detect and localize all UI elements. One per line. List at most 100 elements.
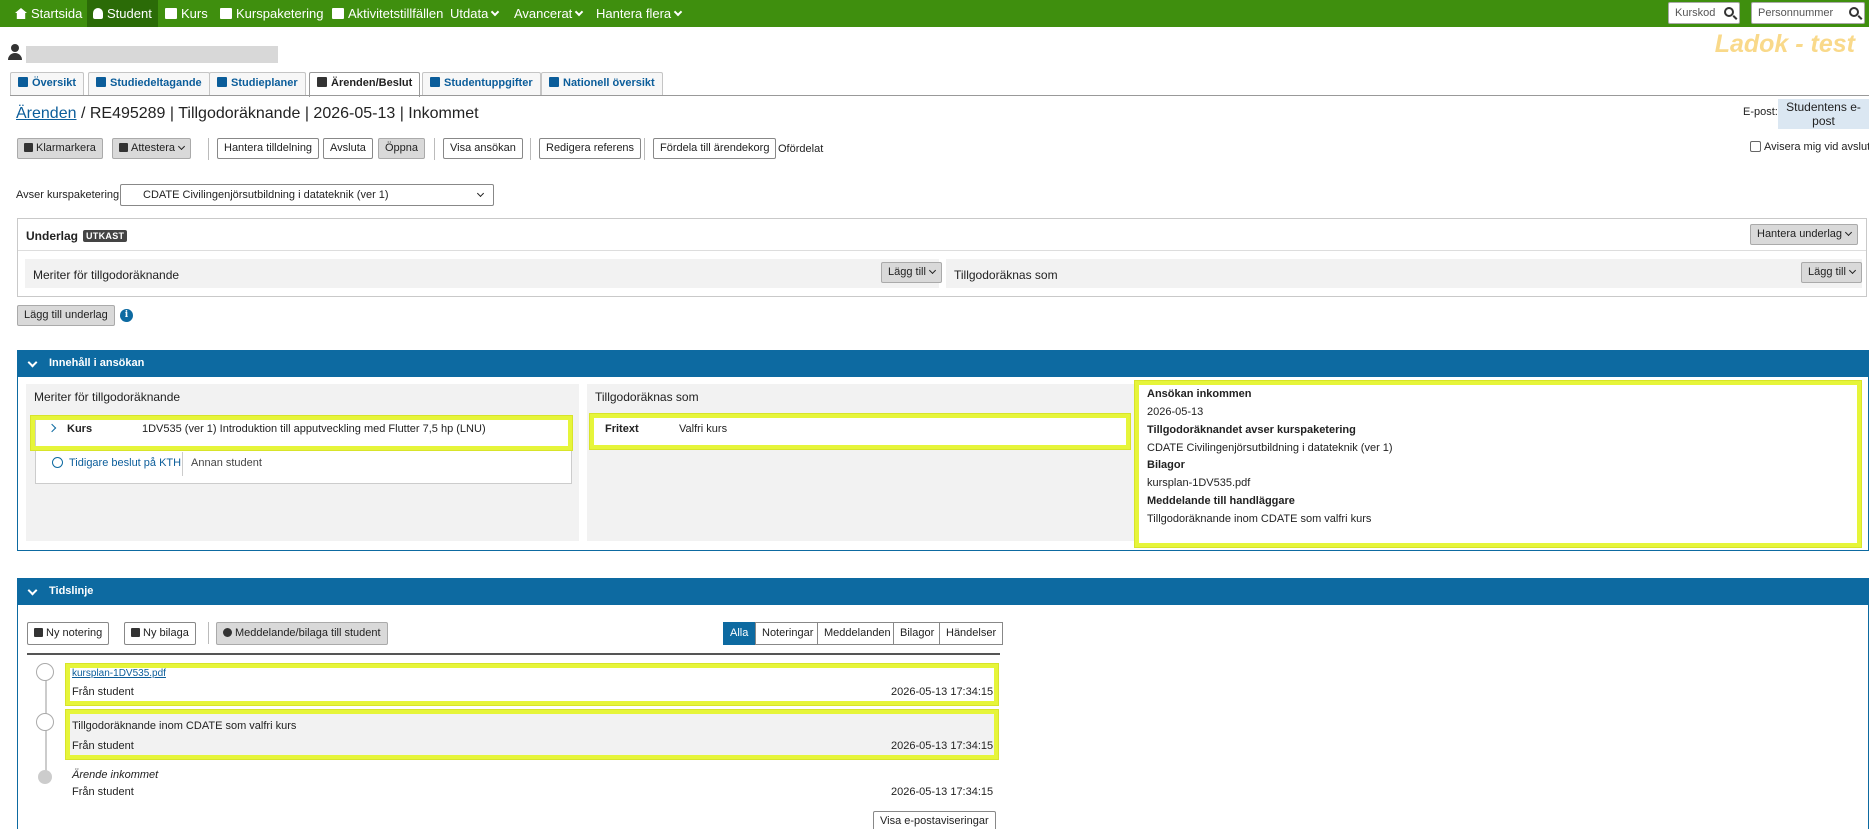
divider xyxy=(644,138,645,160)
section-title: Meriter för tillgodoräknande xyxy=(34,390,181,404)
tab-studentuppgifter[interactable]: Studentuppgifter xyxy=(422,72,541,95)
highlighted-timeline-entry xyxy=(66,710,998,759)
avisera-checkbox[interactable]: Avisera mig vid avslut xyxy=(1750,141,1869,153)
breadcrumb-arenden-link[interactable]: Ärenden xyxy=(16,105,77,122)
event-dot-icon xyxy=(38,770,52,784)
attestera-button[interactable]: Attestera xyxy=(112,138,192,159)
tab-divider xyxy=(10,95,1869,96)
inbox-icon xyxy=(317,77,327,87)
fritext-value: Valfri kurs xyxy=(679,423,728,435)
klarmarkera-button[interactable]: Klarmarkera xyxy=(17,138,103,159)
oppna-button[interactable]: Öppna xyxy=(378,138,426,159)
assignment-status: Ofördelat xyxy=(778,143,824,155)
tab-studieplaner[interactable]: Studieplaner xyxy=(209,72,306,95)
redigera-referens-button[interactable]: Redigera referens xyxy=(539,138,642,159)
innehall-panel-header[interactable]: Innehåll i ansökan xyxy=(17,350,1869,377)
highlighted-fritext-row xyxy=(590,414,1130,449)
kurspaketering-label: Avser kurspaketering xyxy=(16,189,120,201)
lagg-till-meriter-button[interactable]: Lägg till xyxy=(881,262,942,283)
student-person-icon xyxy=(8,44,22,60)
fordela-arendekorg-button[interactable]: Fördela till ärendekorg xyxy=(653,138,777,159)
chevron-down-icon xyxy=(491,7,500,17)
filter-handelser[interactable]: Händelser xyxy=(939,622,1004,645)
personnummer-search-input[interactable]: Personnummer xyxy=(1751,2,1865,24)
list-icon xyxy=(217,77,227,87)
hantera-underlag-button[interactable]: Hantera underlag xyxy=(1750,224,1859,245)
map-icon xyxy=(549,77,559,87)
detail-value: 2026-05-13 xyxy=(1147,406,1204,418)
kurskod-search-input[interactable]: Kurskod xyxy=(1668,2,1740,24)
divider xyxy=(434,138,435,160)
filter-meddelanden[interactable]: Meddelanden xyxy=(817,622,898,645)
underlag-panel: Underlag UTKAST Hantera underlag Meriter… xyxy=(17,218,1867,297)
email-label: E-post: xyxy=(1743,106,1778,118)
checkbox-icon[interactable] xyxy=(1750,141,1761,152)
visa-ansokan-button[interactable]: Visa ansökan xyxy=(443,138,523,159)
search-icon[interactable] xyxy=(1724,7,1734,17)
document-icon xyxy=(430,77,440,87)
detail-label: Meddelande till handläggare xyxy=(1147,495,1295,507)
underlag-header: Underlag UTKAST Hantera underlag xyxy=(18,219,1866,251)
filter-alla[interactable]: Alla xyxy=(723,622,756,645)
entry-from: Från student xyxy=(72,786,134,798)
breadcrumb-case-title: / RE495289 | Tillgodoräknande | 2026-05-… xyxy=(76,105,479,122)
filter-underline xyxy=(27,653,1000,655)
avsluta-button[interactable]: Avsluta xyxy=(323,138,373,159)
person-icon xyxy=(93,8,103,19)
environment-brand: Ladok - test xyxy=(1714,30,1855,58)
kurspaketering-select[interactable]: CDATE Civilingenjörsutbildning i datatek… xyxy=(120,184,494,206)
underlag-tillgodo-section: Tillgodoräknas som Lägg till xyxy=(946,259,1862,288)
meddelande-till-student-button[interactable]: Meddelande/bilaga till student xyxy=(216,622,388,645)
ny-notering-button[interactable]: Ny notering xyxy=(27,622,110,645)
fritext-label: Fritext xyxy=(605,423,639,435)
detail-label: Bilagor xyxy=(1147,459,1185,471)
chevron-down-icon xyxy=(1844,228,1853,237)
tab-oversikt[interactable]: Översikt xyxy=(10,72,85,95)
tab-arenden-beslut[interactable]: Ärenden/Beslut xyxy=(309,72,421,97)
filter-bilagor[interactable]: Bilagor xyxy=(893,622,942,645)
home-icon xyxy=(15,8,27,19)
nav-utdata[interactable]: Utdata xyxy=(444,0,504,27)
nav-student[interactable]: Student xyxy=(87,0,158,27)
note-icon xyxy=(34,628,43,637)
annan-student-link[interactable]: Annan student xyxy=(191,457,262,469)
attachment-link[interactable]: kursplan-1DV535.pdf xyxy=(72,668,166,679)
checkbox-icon xyxy=(96,77,106,87)
nav-startsida[interactable]: Startsida xyxy=(9,0,88,27)
ny-bilaga-button[interactable]: Ny bilaga xyxy=(124,622,196,645)
lock-icon xyxy=(24,143,33,152)
search-icon[interactable] xyxy=(1849,7,1859,17)
nav-kurspaketering[interactable]: Kurspaketering xyxy=(214,0,329,27)
filter-noteringar[interactable]: Noteringar xyxy=(755,622,821,645)
nav-avancerat[interactable]: Avancerat xyxy=(508,0,588,27)
detail-value: Tillgodoräknande inom CDATE som valfri k… xyxy=(1147,513,1372,525)
nav-hantera-flera[interactable]: Hantera flera xyxy=(590,0,687,27)
kurs-label: Kurs xyxy=(67,423,93,435)
tab-studiedeltagande[interactable]: Studiedeltagande xyxy=(88,72,210,95)
nav-aktivitetstillfallen[interactable]: Aktivitetstillfällen xyxy=(326,0,449,27)
entry-timestamp: 2026-05-13 17:34:15 xyxy=(891,786,994,798)
chevron-down-icon xyxy=(1848,266,1856,275)
nav-kurs[interactable]: Kurs xyxy=(159,0,214,27)
info-icon[interactable]: i xyxy=(120,309,133,322)
map-icon xyxy=(18,77,28,87)
history-icon xyxy=(52,457,63,468)
tidigare-beslut-link[interactable]: Tidigare beslut på KTH xyxy=(69,457,181,469)
calendar-icon xyxy=(332,8,344,19)
tidslinje-panel-header[interactable]: Tidslinje xyxy=(17,578,1869,605)
email-value: Studentens e-post xyxy=(1778,99,1869,129)
tab-nationell-oversikt[interactable]: Nationell översikt xyxy=(541,72,663,95)
hantera-tilldelning-button[interactable]: Hantera tilldelning xyxy=(217,138,320,159)
entry-timestamp: 2026-05-13 17:34:15 xyxy=(891,686,994,698)
archive-icon xyxy=(119,143,128,152)
visa-epostaviseringar-button[interactable]: Visa e-postaviseringar xyxy=(873,811,996,829)
lagg-till-tillgodo-button[interactable]: Lägg till xyxy=(1801,262,1862,283)
section-title: Tillgodoräknas som xyxy=(595,390,699,404)
divider xyxy=(182,452,183,476)
innehall-tillgodo-section: Tillgodoräknas som xyxy=(587,384,1135,541)
detail-label: Tillgodoräknandet avser kurspaketering xyxy=(1147,424,1356,436)
chevron-down-icon xyxy=(673,7,683,17)
lagg-till-underlag-button[interactable]: Lägg till underlag xyxy=(17,305,115,326)
highlighted-timeline-entry xyxy=(66,664,998,705)
chevron-down-icon xyxy=(177,142,186,151)
